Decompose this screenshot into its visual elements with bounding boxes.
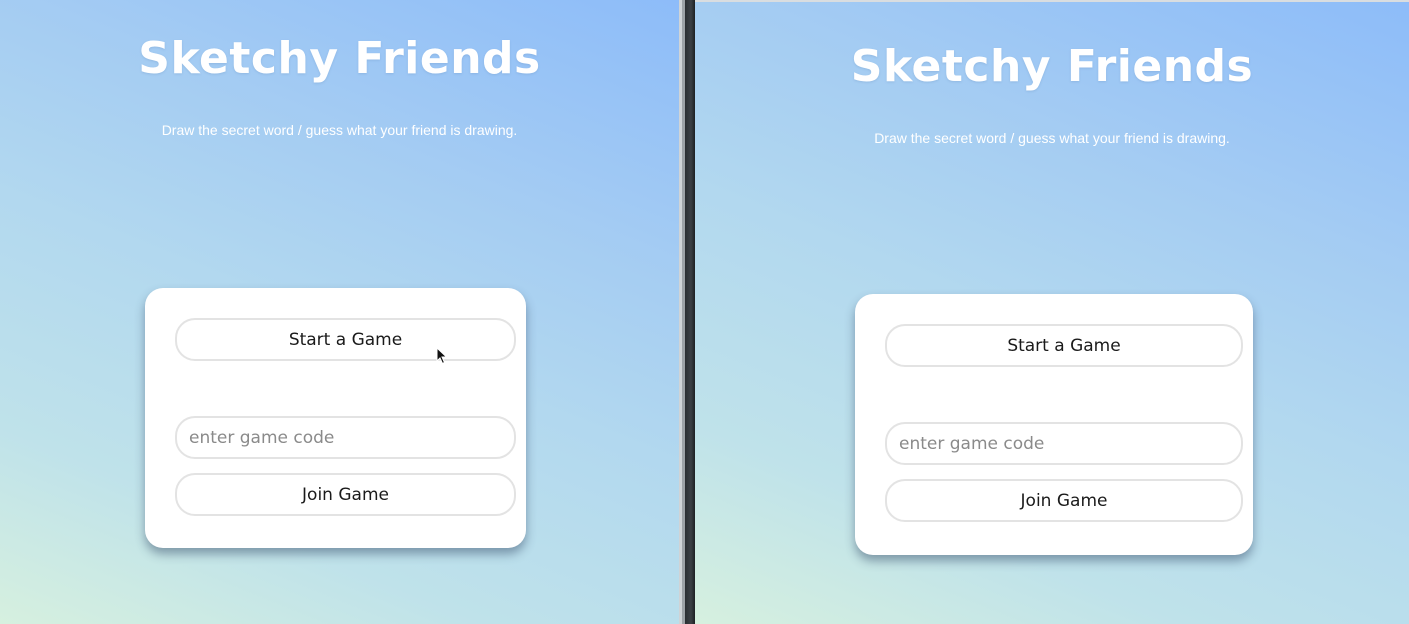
start-game-button[interactable]: Start a Game: [885, 324, 1243, 367]
game-code-input[interactable]: [885, 422, 1243, 465]
game-window-left: Sketchy Friends Draw the secret word / g…: [0, 0, 679, 624]
window-gap: [685, 0, 695, 624]
lobby-card: Start a Game Join Game: [145, 288, 526, 548]
start-game-button[interactable]: Start a Game: [175, 318, 516, 361]
join-game-button[interactable]: Join Game: [885, 479, 1243, 522]
app-title: Sketchy Friends: [850, 41, 1254, 92]
app-subtitle: Draw the secret word / guess what your f…: [161, 122, 518, 138]
join-game-button[interactable]: Join Game: [175, 473, 516, 516]
game-window-right: Sketchy Friends Draw the secret word / g…: [695, 2, 1409, 624]
mouse-pointer-icon: [436, 347, 448, 365]
app-title: Sketchy Friends: [138, 33, 541, 84]
game-code-input[interactable]: [175, 416, 516, 459]
lobby-card: Start a Game Join Game: [855, 294, 1253, 555]
app-subtitle: Draw the secret word / guess what your f…: [874, 130, 1230, 146]
